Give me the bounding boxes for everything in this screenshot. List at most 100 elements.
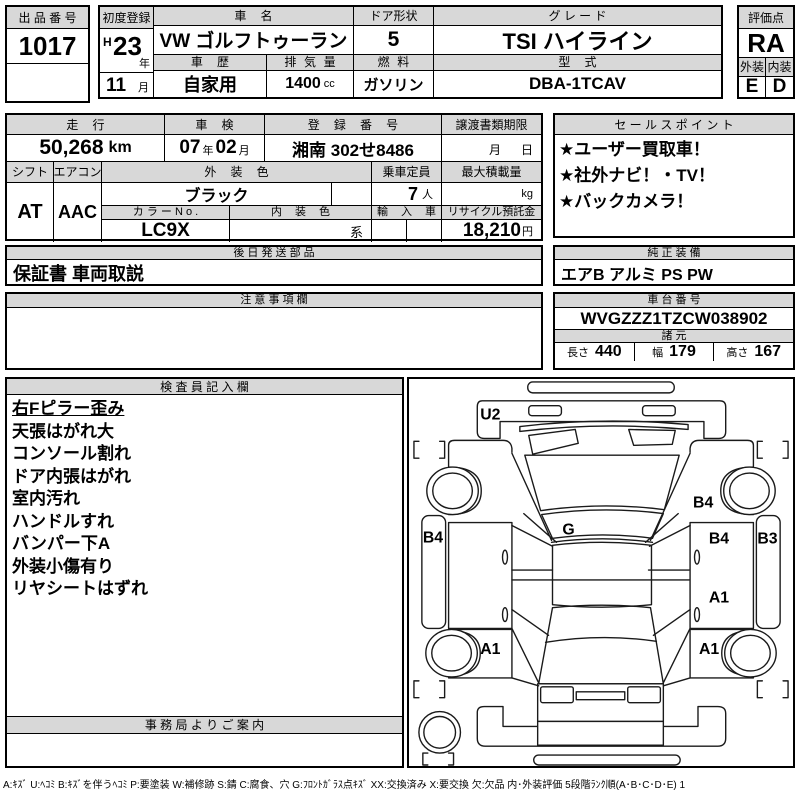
bracket-mark-bottom-left: [414, 681, 445, 698]
door-shape-value: 5: [354, 26, 434, 54]
interior-rating-label: 内装: [766, 58, 793, 76]
left-headlight: [529, 406, 562, 416]
first-registration-year-unit: 年: [139, 55, 150, 71]
inspector-note-line: バンパー下A: [7, 533, 402, 556]
recycle-deposit-unit: 円: [522, 223, 533, 239]
rear-bumper-strip: [534, 755, 680, 765]
chassis-specs-box: 車 台 番 号 WVGZZZ1TZCW038902 諸 元 長さ 440 幅 1…: [553, 292, 795, 370]
car-damage-diagram: U2 B4 B4 G B4 B3 A1 A1 A1: [409, 379, 793, 766]
spec-width-label: 幅: [652, 344, 663, 360]
model-code-value: DBA-1TCAV: [434, 71, 721, 97]
windshield-upper: [525, 455, 679, 510]
right-rear-door-handle: [695, 608, 700, 622]
caution-box: 注 意 事 項 欄: [5, 292, 543, 370]
left-wiper: [529, 429, 578, 454]
damage-label-right-pillar: B4: [693, 495, 713, 512]
auction-sheet: { "sheet": { "auction_no": { "label": "出…: [0, 0, 800, 800]
fuel-label: 燃 料: [354, 55, 434, 70]
inspector-note-line: 天張はがれ大: [7, 421, 402, 444]
left-window-lines: [512, 525, 553, 682]
exterior-rating-value: E: [739, 77, 766, 97]
spec-height-cell: 高さ 167: [714, 343, 793, 361]
color-no-label: カ ラ ー N o .: [102, 206, 230, 219]
usage-history-value: 自家用: [154, 71, 267, 97]
sales-points-box: セ ー ル ス ポ イ ン ト ★ユーザー買取車！ ★社外ナビ！・TV！ ★バッ…: [553, 113, 795, 238]
taillight-bar: [576, 692, 624, 700]
sales-points-label: セ ー ル ス ポ イ ン ト: [555, 115, 793, 134]
registration-number-value: 湘南 302せ8486: [265, 135, 442, 161]
spare-tire: [419, 712, 461, 754]
car-name-label: 車 名: [154, 7, 354, 25]
usage-history-label: 車 歴: [154, 55, 267, 70]
first-registration-year: 23: [113, 31, 142, 62]
interior-color-suffix: 系: [230, 220, 372, 242]
capacity-cell: 7 人: [372, 183, 442, 205]
inspector-notes-label: 検 査 員 記 入 欄: [7, 379, 402, 394]
transfer-docs-label: 譲渡書類期限: [442, 115, 541, 134]
rear-window: [539, 605, 664, 684]
later-parts-value: 保証書 車両取説: [7, 260, 541, 286]
inspector-note-line: リヤシートはずれ: [7, 578, 402, 601]
grade-label: グ レ ー ド: [434, 7, 721, 25]
vehicle-header-table: 初度登録 H 23 年 11 月 車 名 ドア形状 グ レ ー ド VW ゴルフ…: [98, 5, 723, 99]
specs-label: 諸 元: [555, 330, 793, 342]
hatch-lower-panel: [538, 721, 664, 745]
equipment-box: 純 正 装 備 エアB アルミ PS PW: [553, 245, 795, 286]
later-parts-box: 後 日 発 送 部 品 保証書 車両取説: [5, 245, 543, 286]
capacity-unit: 人: [422, 186, 433, 202]
damage-label-left-rear: A1: [480, 641, 500, 658]
spec-height-value: 167: [754, 343, 781, 361]
sales-point-line: ★ユーザー買取車！: [555, 137, 793, 163]
bracket-mark-spare: [423, 753, 454, 765]
car-name-value: VW ゴルフトゥーラン: [154, 26, 354, 54]
damage-code-legend: A:ｷｽﾞ U:ﾍｺﾐ B:ｷｽﾞを伴うﾍｺﾐ P:要塗装 W:補修跡 S:錆 …: [3, 776, 799, 791]
chassis-value: WVGZZZ1TZCW038902: [555, 308, 793, 329]
import-car-cell-1: [372, 220, 407, 242]
mileage-cell: 50,268 km: [7, 135, 165, 161]
right-taillight: [628, 687, 661, 703]
inspection-year: 07: [179, 137, 200, 159]
right-front-door-handle: [695, 550, 700, 564]
grade-value: TSI ハイライン: [434, 26, 721, 54]
damage-label-windshield: G: [562, 521, 574, 538]
inspector-notes-content: 右Fピラー歪み 天張はがれ大 コンソール割れ ドア内張はがれ 室内汚れ ハンドル…: [7, 395, 402, 717]
right-wiper: [629, 429, 676, 445]
exterior-color-sub-cell: [332, 183, 372, 205]
import-car-label: 輸 入 車: [372, 206, 442, 219]
inspection-month: 02: [216, 137, 237, 159]
rear-window-line: [546, 638, 657, 643]
spec-width-cell: 幅 179: [635, 343, 715, 361]
damage-label-right-rear-door: A1: [709, 590, 729, 607]
max-load-label: 最大積載量: [442, 162, 541, 182]
aircon-label: エアコン: [54, 162, 102, 182]
front-left-wheel: [427, 467, 478, 515]
recycle-deposit-cell: 18,210 円: [442, 220, 541, 242]
spec-length-label: 長さ: [567, 344, 589, 360]
front-end-panel: [477, 401, 725, 439]
fuel-value: ガソリン: [354, 71, 434, 97]
aircon-value: AAC: [54, 183, 102, 242]
inspector-note-line: ハンドルすれ: [7, 511, 402, 534]
exterior-color-value: ブラック: [102, 183, 332, 205]
transfer-day-unit: 日: [521, 141, 533, 158]
displacement-cell: 1400 cc: [267, 71, 354, 97]
inspector-notes-box: 検 査 員 記 入 欄 右Fピラー歪み 天張はがれ大 コンソール割れ ドア内張は…: [5, 377, 404, 768]
cabin-roof: [553, 542, 652, 607]
equipment-label: 純 正 装 備: [555, 247, 793, 259]
first-registration-column: 初度登録 H 23 年 11 月: [100, 7, 154, 97]
spec-length-value: 440: [595, 343, 622, 361]
interior-rating-value: D: [766, 77, 793, 97]
door-shape-label: ドア形状: [354, 7, 434, 25]
damage-label-roof: U2: [480, 407, 500, 424]
mileage-value: 50,268: [39, 136, 103, 160]
first-registration-month: 11: [106, 75, 126, 97]
displacement-value: 1400: [285, 75, 321, 93]
auction-number-table: 出 品 番 号 1017: [5, 5, 90, 103]
right-front-fender: [690, 440, 753, 466]
left-rear-door-handle: [503, 608, 508, 622]
inspection-label: 車 検: [165, 115, 265, 134]
left-taillight: [541, 687, 574, 703]
auction-number-value: 1017: [7, 29, 88, 63]
color-no-value: LC9X: [102, 220, 230, 242]
inspector-note-line: 室内汚れ: [7, 488, 402, 511]
